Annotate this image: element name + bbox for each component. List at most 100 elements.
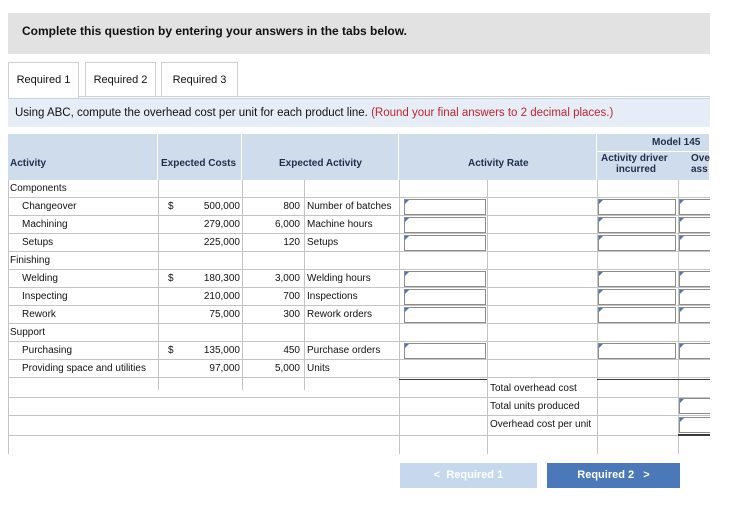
expected-cost: 135,000 (203, 345, 240, 356)
tab-required-3[interactable]: Required 3 (161, 62, 238, 96)
overhead-assigned-input[interactable] (679, 271, 710, 287)
group-label: Components (10, 183, 67, 194)
col-header-activity: Activity (8, 134, 158, 180)
cost-driver: Rework orders (307, 309, 373, 320)
activity-name: Purchasing (22, 345, 73, 356)
expected-quantity: 5,000 (274, 363, 300, 374)
col-header-expected-costs: Expected Costs (158, 134, 242, 180)
expected-cost: 225,000 (203, 237, 240, 248)
col-header-activity-rate: Activity Rate (399, 134, 597, 180)
cost-driver: Setups (307, 237, 339, 248)
activity-driver-input[interactable] (598, 343, 676, 359)
table-row: Purchasing $ 135,000 450 Purchase orders (8, 342, 710, 360)
expected-cost: 279,000 (203, 219, 240, 230)
total-overhead-row: Total overhead cost (8, 380, 710, 398)
col-header-expected-activity: Expected Activity (242, 134, 399, 180)
instruction-bar: Using ABC, compute the overhead cost per… (8, 98, 710, 127)
overhead-per-unit-row: Overhead cost per unit (8, 416, 710, 436)
activity-rate-input[interactable] (404, 271, 486, 287)
activity-driver-input[interactable] (598, 271, 676, 287)
next-button-label: Required 2 (577, 469, 635, 481)
tab-required-1[interactable]: Required 1 (8, 62, 79, 98)
table-row: Rework 75,000 300 Rework orders (8, 306, 710, 324)
expected-quantity: 300 (283, 309, 300, 320)
overhead-assigned-input[interactable] (679, 343, 710, 359)
activity-name: Welding (22, 273, 58, 284)
expected-quantity: 6,000 (274, 219, 300, 230)
activity-rate-input[interactable] (404, 307, 486, 323)
col-header-label: ass (691, 164, 708, 175)
tab-label: Required 2 (93, 74, 148, 86)
table-row: Changeover $ 500,000 800 Number of batch… (8, 198, 710, 216)
activity-driver-input[interactable] (598, 217, 676, 233)
cost-driver: Welding hours (307, 273, 371, 284)
expected-quantity: 700 (283, 291, 300, 302)
activity-driver-input[interactable] (598, 289, 676, 305)
prev-required-button[interactable]: < Required 1 (400, 463, 537, 488)
cost-driver: Inspections (307, 291, 358, 302)
rounding-note: (Round your final answers to 2 decimal p… (371, 107, 614, 119)
col-header-model-145: Model 145 Activity driver incurred Ove a… (597, 134, 710, 180)
activity-rate-input[interactable] (404, 343, 486, 359)
total-units-label: Total units produced (490, 401, 580, 412)
col-header-label: Activity Rate (468, 158, 529, 169)
table-row: Setups 225,000 120 Setups (8, 234, 710, 252)
overhead-assigned-input[interactable] (679, 217, 710, 233)
next-required-button[interactable]: Required 2 > (547, 463, 680, 488)
chevron-right-icon: > (643, 469, 650, 481)
activity-rate-input[interactable] (404, 289, 486, 305)
expected-cost: 500,000 (203, 201, 240, 212)
total-overhead-label: Total overhead cost (490, 383, 577, 394)
activity-name: Setups (22, 237, 54, 248)
question-header-text: Complete this question by entering your … (22, 24, 407, 38)
activity-name: Inspecting (22, 291, 68, 302)
model-label: Model 145 (652, 137, 701, 148)
table-row: Welding $ 180,300 3,000 Welding hours (8, 270, 710, 288)
total-units-input[interactable] (679, 398, 710, 414)
col-header-label: Expected Costs (161, 158, 237, 169)
activity-name: Machining (22, 219, 68, 230)
activity-rate-input[interactable] (404, 199, 486, 215)
group-row: Finishing (8, 252, 710, 270)
activity-driver-input[interactable] (598, 307, 676, 323)
overhead-assigned-input[interactable] (679, 235, 710, 251)
activity-name: Providing space and utilities (22, 363, 146, 374)
col-header-label: Expected Activity (279, 158, 362, 169)
chevron-left-icon: < (433, 469, 441, 481)
expected-cost: 180,300 (203, 273, 240, 284)
overhead-per-unit-input[interactable] (679, 417, 710, 433)
expected-quantity: 800 (283, 201, 300, 212)
tab-divider (8, 96, 710, 97)
col-header-label: Activity driver (601, 153, 668, 164)
activity-rate-input[interactable] (404, 217, 486, 233)
activity-rate-input[interactable] (404, 235, 486, 251)
table-row: Providing space and utilities 97,000 5,0… (8, 360, 710, 378)
cost-driver: Purchase orders (307, 345, 381, 356)
overhead-per-unit-label: Overhead cost per unit (490, 419, 592, 430)
table-row: Inspecting 210,000 700 Inspections (8, 288, 710, 306)
group-row: Components (8, 180, 710, 198)
group-row: Support (8, 324, 710, 342)
activity-driver-input[interactable] (598, 199, 676, 215)
cost-driver: Machine hours (307, 219, 373, 230)
expected-quantity: 450 (283, 345, 300, 356)
cost-driver: Units (307, 363, 330, 374)
overhead-assigned-input[interactable] (679, 307, 710, 323)
prev-button-label: Required 1 (446, 469, 504, 481)
overhead-assigned-input[interactable] (679, 289, 710, 305)
tab-label: Required 1 (16, 74, 71, 86)
instruction-text: Using ABC, compute the overhead cost per… (15, 107, 368, 119)
tab-required-2[interactable]: Required 2 (85, 62, 156, 96)
question-header: Complete this question by entering your … (8, 13, 710, 54)
expected-cost: 97,000 (209, 363, 240, 374)
group-label: Finishing (10, 255, 51, 266)
expected-quantity: 120 (283, 237, 300, 248)
overhead-assigned-input[interactable] (679, 199, 710, 215)
cost-driver: Number of batches (307, 201, 392, 212)
activity-driver-input[interactable] (598, 235, 676, 251)
dollar-sign: $ (168, 201, 174, 212)
abc-table: Activity Expected Costs Expected Activit… (8, 134, 710, 454)
table-row: Machining 279,000 6,000 Machine hours (8, 216, 710, 234)
col-header-label: Activity (10, 158, 47, 169)
col-header-label: Ove (691, 153, 710, 164)
